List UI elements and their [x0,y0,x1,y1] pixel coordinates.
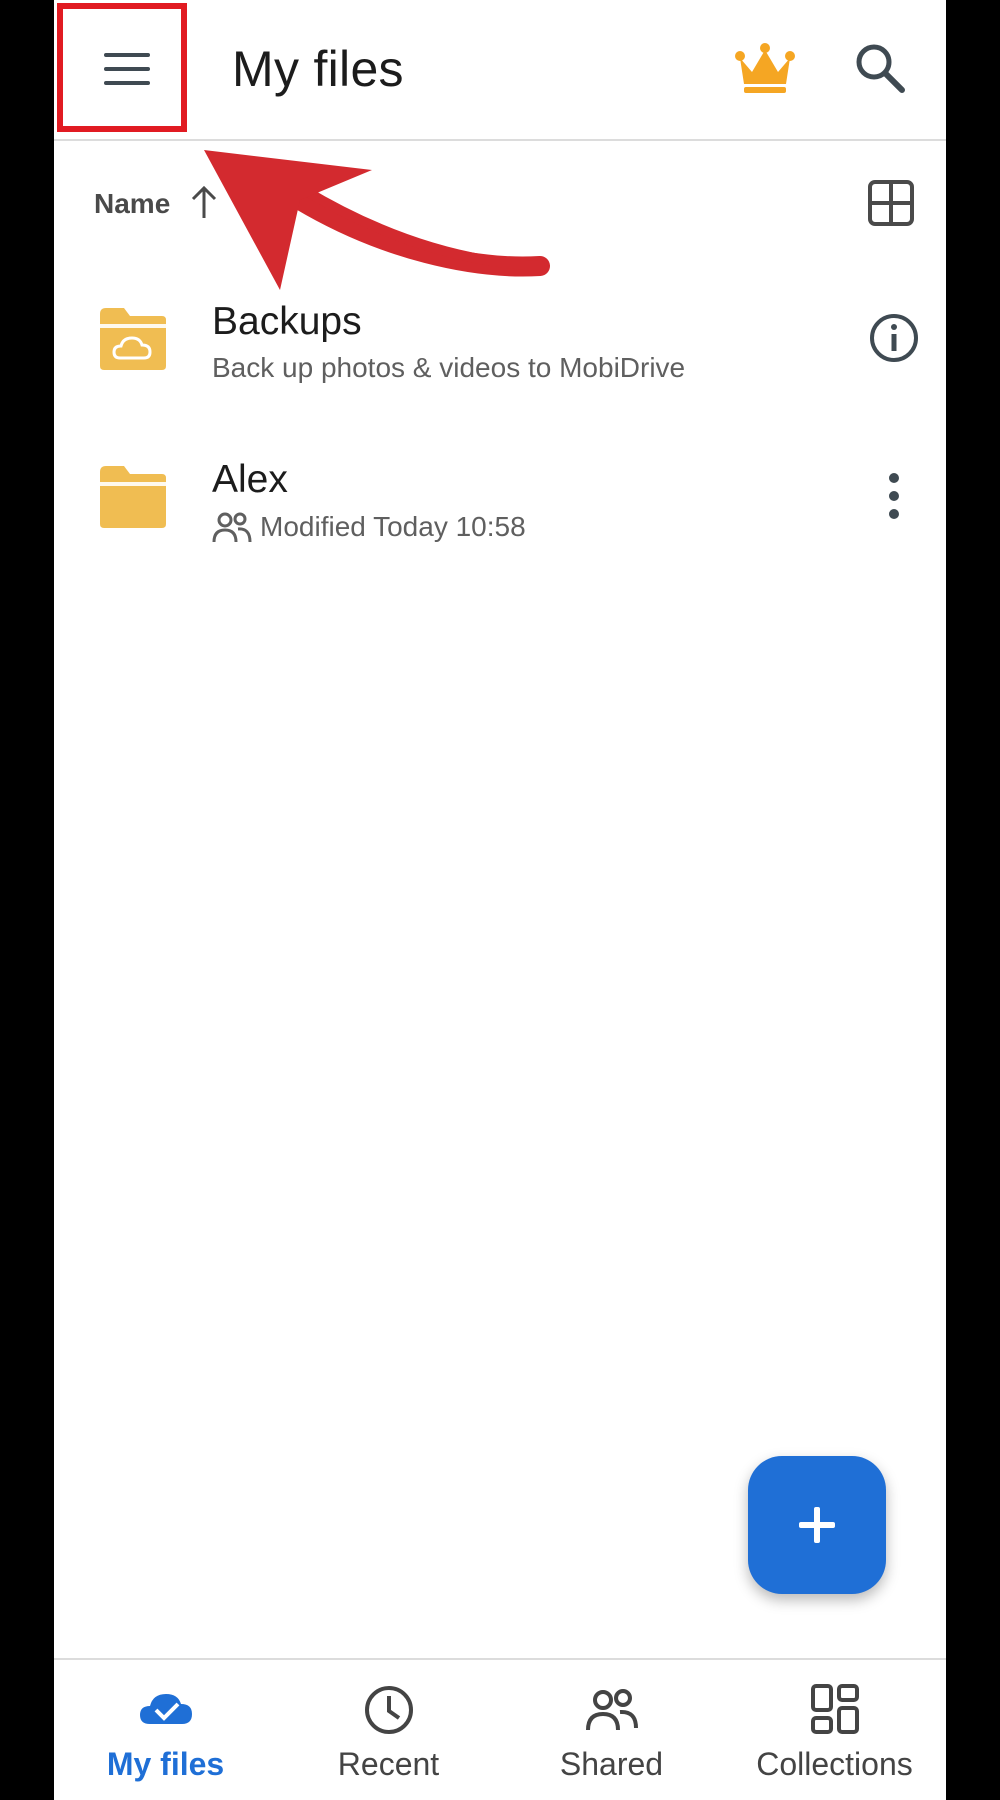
plus-icon [799,1507,835,1543]
add-button[interactable] [748,1456,886,1594]
phone-screen: My files Name Backups Back up photos & v… [54,0,946,1800]
clock-icon [364,1686,413,1734]
nav-label: My files [106,1746,225,1782]
page-title: My files [232,41,404,97]
search-icon [856,44,905,93]
menu-button[interactable] [98,34,156,104]
hamburger-menu-icon [104,53,150,85]
collections-icon [810,1684,859,1734]
more-options-button[interactable] [866,468,922,524]
bottom-navigation: My files Recent Shared Collections [54,1658,946,1800]
file-name: Alex [212,458,288,501]
nav-label: Recent [337,1746,440,1782]
arrow-up-icon[interactable] [186,182,222,222]
file-subtitle: Modified Today 10:58 [212,510,526,544]
shared-users-icon [212,512,252,543]
nav-label: Shared [559,1746,664,1782]
file-item-backups[interactable]: Backups Back up photos & videos to MobiD… [54,272,946,412]
folder-icon [100,466,166,528]
sort-label[interactable]: Name [94,188,170,220]
file-subtitle-text: Back up photos & videos to MobiDrive [212,352,686,383]
file-subtitle: Back up photos & videos to MobiDrive [212,352,685,384]
grid-view-icon [868,180,914,226]
people-icon [585,1689,638,1731]
cloud-icon [139,1694,192,1724]
view-toggle-button[interactable] [866,178,916,228]
info-button[interactable] [866,310,922,366]
nav-collections[interactable]: Collections [723,1660,946,1800]
nav-label: Collections [756,1746,913,1782]
cloud-folder-icon [100,308,166,370]
nav-my-files[interactable]: My files [54,1660,277,1800]
app-bar: My files [54,0,946,141]
premium-button[interactable] [734,40,796,96]
crown-icon [735,43,795,93]
file-name: Backups [212,300,362,343]
sort-row: Name [54,170,946,240]
nav-shared[interactable]: Shared [500,1660,723,1800]
info-icon [870,314,918,362]
nav-recent[interactable]: Recent [277,1660,500,1800]
file-subtitle-text: Modified Today 10:58 [260,511,526,542]
file-item-alex[interactable]: Alex Modified Today 10:58 [54,430,946,570]
more-vertical-icon [889,473,899,519]
search-button[interactable] [852,40,908,96]
